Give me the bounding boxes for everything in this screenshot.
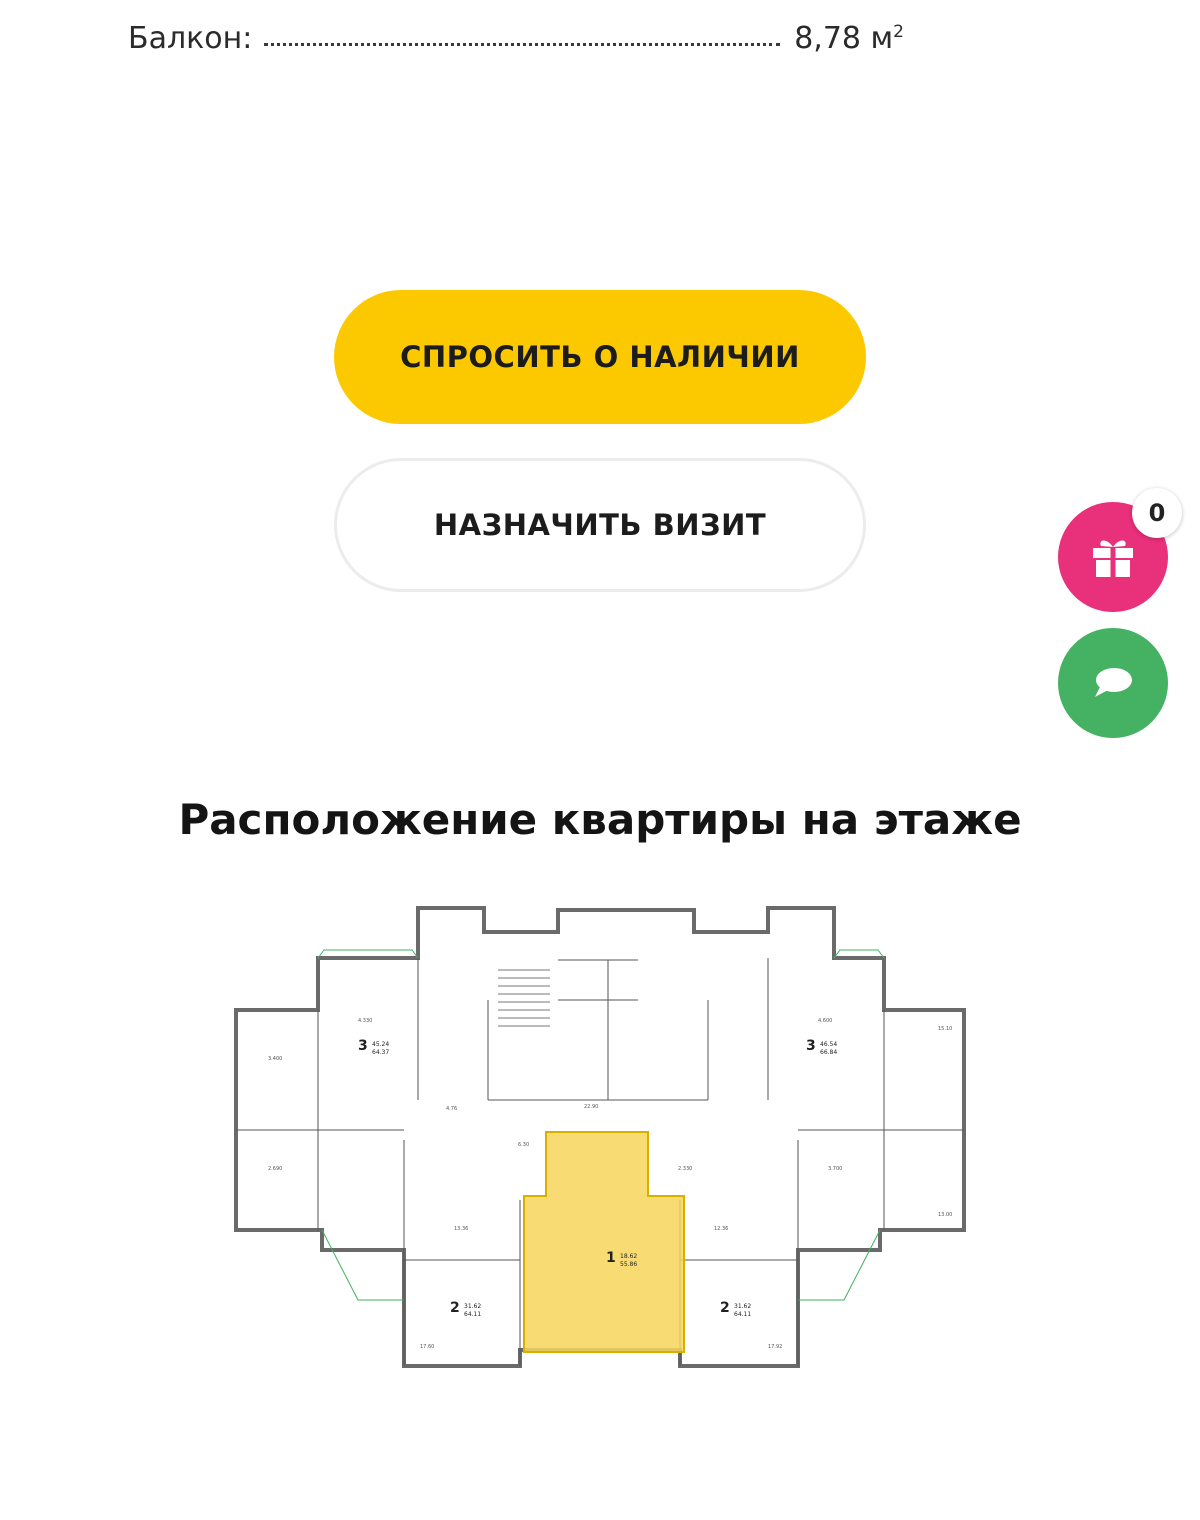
svg-text:13.00: 13.00: [938, 1212, 952, 1218]
svg-text:1: 1: [606, 1250, 616, 1266]
gift-count-badge: 0: [1132, 488, 1182, 538]
svg-text:2.690: 2.690: [268, 1166, 282, 1172]
svg-text:6.30: 6.30: [518, 1142, 529, 1148]
svg-text:13.36: 13.36: [454, 1226, 468, 1232]
leader-dots: [264, 43, 781, 46]
svg-text:2.330: 2.330: [678, 1166, 692, 1172]
svg-text:17.92: 17.92: [768, 1344, 782, 1350]
svg-text:2: 2: [720, 1300, 730, 1316]
chat-button[interactable]: [1058, 628, 1168, 738]
svg-text:12.36: 12.36: [714, 1226, 728, 1232]
svg-text:3: 3: [358, 1038, 368, 1054]
svg-text:46.54: 46.54: [820, 1041, 837, 1048]
svg-text:66.84: 66.84: [820, 1049, 837, 1056]
svg-text:64.11: 64.11: [464, 1311, 481, 1318]
svg-text:3: 3: [806, 1038, 816, 1054]
balcony-label: Балкон:: [128, 21, 253, 56]
svg-text:64.11: 64.11: [734, 1311, 751, 1318]
svg-text:55.86: 55.86: [620, 1261, 637, 1268]
svg-text:3.400: 3.400: [268, 1056, 282, 1062]
schedule-visit-button[interactable]: НАЗНАЧИТЬ ВИЗИТ: [334, 458, 866, 592]
schedule-visit-label: НАЗНАЧИТЬ ВИЗИТ: [433, 508, 767, 542]
ask-availability-button[interactable]: СПРОСИТЬ О НАЛИЧИИ: [334, 290, 866, 424]
svg-text:4.330: 4.330: [358, 1018, 372, 1024]
balcony-value: 8,78 м2: [794, 21, 904, 56]
svg-text:4.600: 4.600: [818, 1018, 832, 1024]
svg-text:2: 2: [450, 1300, 460, 1316]
svg-text:17.60: 17.60: [420, 1344, 434, 1350]
svg-text:45.24: 45.24: [372, 1041, 389, 1048]
svg-text:4.76: 4.76: [446, 1106, 457, 1112]
svg-text:18.62: 18.62: [620, 1253, 637, 1260]
svg-text:15.10: 15.10: [938, 1026, 952, 1032]
svg-text:3.700: 3.700: [828, 1166, 842, 1172]
floor-plan-image: 3 45.24 64.37 3 46.54 66.84 1 18.62 55.8…: [234, 906, 966, 1368]
svg-text:22.90: 22.90: [584, 1104, 598, 1110]
section-title: Расположение квартиры на этаже: [178, 795, 1022, 844]
svg-text:31.62: 31.62: [464, 1303, 481, 1310]
chat-icon: [1095, 668, 1132, 697]
ask-availability-label: СПРОСИТЬ О НАЛИЧИИ: [400, 340, 800, 374]
svg-text:31.62: 31.62: [734, 1303, 751, 1310]
balcony-spec-row: Балкон: 8,78 м2: [128, 12, 904, 56]
gift-icon: [1093, 540, 1133, 577]
svg-text:64.37: 64.37: [372, 1049, 389, 1056]
